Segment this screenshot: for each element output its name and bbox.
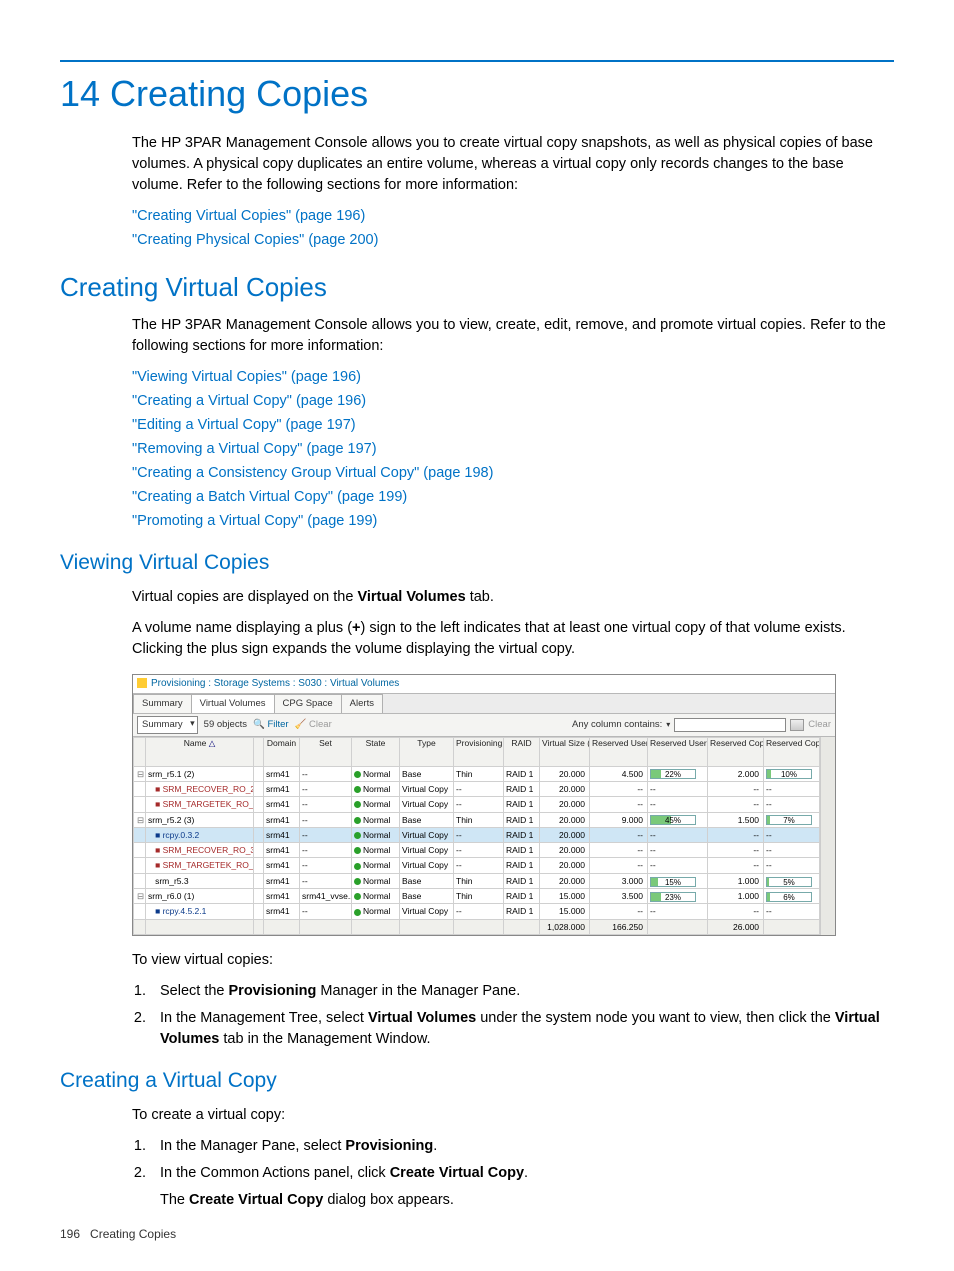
intro-paragraph: The HP 3PAR Management Console allows yo… <box>132 133 894 196</box>
sec3-p1: To create a virtual copy: <box>132 1105 894 1126</box>
column-header[interactable]: Reserved Copy Size (% Virtual) <box>764 737 820 766</box>
filter-link[interactable]: 🔍 Filter <box>253 718 289 732</box>
breadcrumb: Provisioning : Storage Systems : S030 : … <box>133 675 835 695</box>
any-column-label: Any column contains: <box>572 718 662 732</box>
table-row[interactable]: ■ rcpy.0.3.2srm41--NormalVirtual Copy--R… <box>134 827 821 842</box>
table-row[interactable]: ■ SRM_TARGETEK_RO_3srm41--NormalVirtual … <box>134 858 821 873</box>
column-header[interactable]: RAID <box>504 737 540 766</box>
list-item: In the Common Actions panel, click Creat… <box>150 1163 894 1211</box>
clear-link-right[interactable]: Clear <box>808 718 831 732</box>
filter-input[interactable] <box>674 718 786 732</box>
column-header[interactable]: Provisioning <box>454 737 504 766</box>
doc-link[interactable]: "Creating a Virtual Copy" (page 196) <box>132 391 894 412</box>
doc-link[interactable]: "Creating Physical Copies" (page 200) <box>132 230 894 251</box>
clear-link-left[interactable]: 🧹 Clear <box>295 718 332 732</box>
section-viewing-virtual-copies: Viewing Virtual Copies <box>60 548 894 578</box>
doc-link[interactable]: "Editing a Virtual Copy" (page 197) <box>132 415 894 436</box>
print-icon[interactable] <box>790 719 804 731</box>
tab-cpg-space[interactable]: CPG Space <box>274 694 342 713</box>
table-row[interactable]: ■ SRM_TARGETEK_RO_2srm41--NormalVirtual … <box>134 797 821 812</box>
creating-steps: In the Manager Pane, select Provisioning… <box>132 1136 894 1211</box>
doc-link[interactable]: "Viewing Virtual Copies" (page 196) <box>132 367 894 388</box>
table-row[interactable]: ■ SRM_RECOVER_RO_2srm41--NormalVirtual C… <box>134 781 821 796</box>
list-item: In the Management Tree, select Virtual V… <box>150 1008 894 1050</box>
column-header[interactable]: Reserved Copy Size (GiB) <box>708 737 764 766</box>
table-row[interactable]: ■ SRM_RECOVER_RO_3srm41--NormalVirtual C… <box>134 843 821 858</box>
scrollbar[interactable] <box>820 737 835 935</box>
table-row[interactable]: ⊟srm_r5.2 (3)srm41--NormalBaseThinRAID 1… <box>134 812 821 827</box>
doc-link[interactable]: "Creating a Batch Virtual Copy" (page 19… <box>132 487 894 508</box>
tab-summary[interactable]: Summary <box>133 694 192 713</box>
sec2-p1: Virtual copies are displayed on the Virt… <box>132 587 894 608</box>
column-header[interactable]: Reserved User Size (% Virtual) <box>648 737 708 766</box>
column-header[interactable]: Reserved User Size (GiB) <box>590 737 648 766</box>
volumes-table[interactable]: Name △ DomainSetStateTypeProvisioningRAID… <box>133 737 820 935</box>
tab-alerts[interactable]: Alerts <box>341 694 383 713</box>
column-header[interactable] <box>134 737 146 766</box>
intro-links: "Creating Virtual Copies" (page 196) "Cre… <box>132 206 894 251</box>
list-item: In the Manager Pane, select Provisioning… <box>150 1136 894 1157</box>
doc-link[interactable]: "Promoting a Virtual Copy" (page 199) <box>132 511 894 532</box>
sec1-links: "Viewing Virtual Copies" (page 196) "Crea… <box>132 367 894 532</box>
chapter-title: 14 Creating Copies <box>60 72 894 115</box>
tab-virtual-volumes[interactable]: Virtual Volumes <box>191 694 275 713</box>
sec2-p2: A volume name displaying a plus (+) sign… <box>132 618 894 660</box>
section-creating-a-virtual-copy: Creating a Virtual Copy <box>60 1066 894 1096</box>
doc-link[interactable]: "Creating a Consistency Group Virtual Co… <box>132 463 894 484</box>
table-row[interactable]: ■ rcpy.4.5.2.1srm41--NormalVirtual Copy-… <box>134 904 821 919</box>
column-header[interactable]: Domain <box>264 737 300 766</box>
viewing-steps: Select the Provisioning Manager in the M… <box>132 981 894 1050</box>
table-row[interactable]: ⊟srm_r5.1 (2)srm41--NormalBaseThinRAID 1… <box>134 766 821 781</box>
object-count: 59 objects <box>204 718 247 732</box>
column-header[interactable]: Type <box>400 737 454 766</box>
provisioning-icon <box>137 678 147 688</box>
list-item: Select the Provisioning Manager in the M… <box>150 981 894 1002</box>
column-header[interactable]: Name △ <box>146 737 254 766</box>
column-header[interactable]: Virtual Size (GiB) <box>540 737 590 766</box>
doc-link[interactable]: "Removing a Virtual Copy" (page 197) <box>132 439 894 460</box>
column-header[interactable] <box>254 737 264 766</box>
page-footer: 196 Creating Copies <box>60 1226 176 1243</box>
sec1-paragraph: The HP 3PAR Management Console allows yo… <box>132 315 894 357</box>
column-header[interactable]: Set <box>300 737 352 766</box>
virtual-volumes-screenshot: Provisioning : Storage Systems : S030 : … <box>132 674 836 936</box>
table-row[interactable]: srm_r5.3srm41--NormalBaseThinRAID 120.00… <box>134 873 821 888</box>
doc-link[interactable]: "Creating Virtual Copies" (page 196) <box>132 206 894 227</box>
sec2-p3: To view virtual copies: <box>132 950 894 971</box>
view-dropdown[interactable]: Summary <box>137 716 198 734</box>
section-creating-virtual-copies: Creating Virtual Copies <box>60 269 894 307</box>
column-header[interactable]: State <box>352 737 400 766</box>
table-row[interactable]: ⊟srm_r6.0 (1)srm41srm41_vvse...NormalBas… <box>134 889 821 904</box>
